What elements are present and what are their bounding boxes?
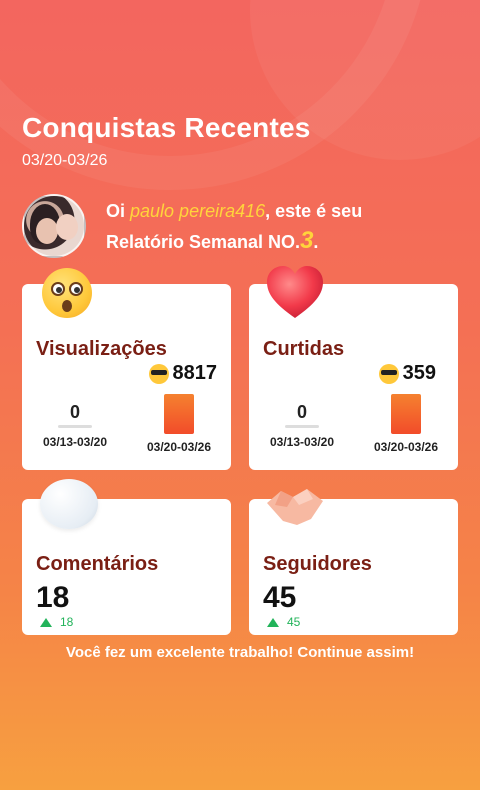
likes-total: 359 [378, 362, 436, 385]
likes-prev-value: 0 [296, 402, 307, 422]
sunglasses-face-icon [148, 363, 169, 384]
date-range: 03/20-03/26 [22, 152, 108, 169]
views-card[interactable]: Visualizações 8817 0 03/13-03/20 03/20-0… [22, 268, 231, 470]
views-total: 8817 [148, 362, 218, 385]
comments-delta-value: 18 [60, 615, 74, 629]
report-number: 3 [300, 227, 314, 254]
speech-bubble-icon [40, 479, 98, 529]
comments-delta: 18 [40, 615, 73, 629]
likes-comparison: 0 03/13-03/20 03/20-03/26 [263, 394, 444, 460]
views-curr-range: 03/20-03/26 [146, 440, 212, 454]
comments-card[interactable]: Comentários 18 18 [22, 479, 231, 635]
greeting-middle: , este é seu [265, 201, 363, 221]
greeting-prefix: Oi [106, 201, 131, 221]
views-prev-range: 03/13-03/20 [42, 435, 108, 449]
views-prev-value: 0 [69, 402, 80, 422]
greeting-suffix: . [313, 232, 319, 252]
likes-total-value: 359 [402, 362, 436, 384]
page-title: Conquistas Recentes [22, 112, 311, 143]
likes-curr-range: 03/20-03/26 [373, 440, 439, 454]
followers-delta: 45 [267, 615, 300, 629]
views-prev-bar [58, 425, 92, 428]
comments-title: Comentários [36, 553, 159, 575]
followers-total: 45 [263, 581, 297, 614]
views-title: Visualizações [36, 338, 167, 360]
views-comparison: 0 03/13-03/20 03/20-03/26 [36, 394, 217, 460]
avatar[interactable] [22, 194, 86, 258]
likes-prev-bar [285, 425, 319, 428]
likes-curr-bar [391, 394, 421, 434]
views-curr-bar [164, 394, 194, 434]
sunglasses-face-icon [378, 363, 399, 384]
header: Conquistas Recentes 03/20-03/26 [22, 112, 311, 170]
followers-title: Seguidores [263, 553, 372, 575]
username: paulo pereira416 [130, 201, 266, 221]
up-arrow-icon [40, 617, 52, 627]
followers-delta-value: 45 [287, 615, 301, 629]
comments-total: 18 [36, 581, 70, 614]
report-label: Relatório Semanal NO. [106, 232, 301, 252]
views-total-value: 8817 [172, 362, 218, 384]
likes-card[interactable]: Curtidas 359 0 03/13-03/20 03/20-03/26 [249, 266, 458, 470]
up-arrow-icon [267, 617, 279, 627]
followers-card[interactable]: Seguidores 45 45 [249, 489, 458, 635]
surprised-face-icon [42, 268, 92, 318]
greeting-text: Oi paulo pereira416, este é seu Relatóri… [106, 196, 362, 257]
likes-prev-range: 03/13-03/20 [269, 435, 335, 449]
handshake-icon [267, 489, 323, 525]
greeting-section: Oi paulo pereira416, este é seu Relatóri… [22, 194, 362, 258]
footer-message: Você fez um excelente trabalho! Continue… [65, 644, 415, 661]
heart-icon [267, 266, 323, 318]
likes-title: Curtidas [263, 338, 345, 360]
